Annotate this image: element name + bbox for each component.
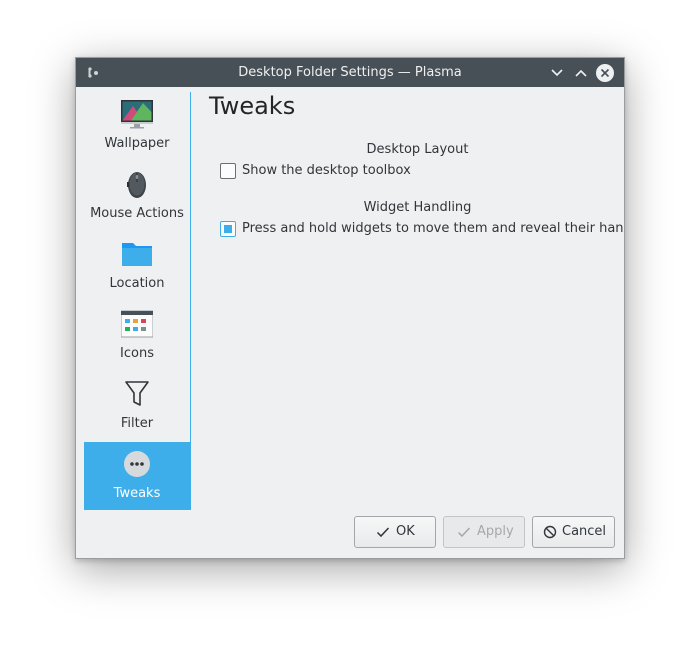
sidebar-item-label: Tweaks bbox=[113, 486, 161, 501]
check-icon bbox=[376, 527, 390, 538]
press-hold-checkbox[interactable] bbox=[220, 221, 236, 237]
maximize-icon[interactable] bbox=[571, 63, 591, 83]
section-title-desktop-layout: Desktop Layout bbox=[366, 142, 469, 157]
sidebar-item-filter[interactable]: Filter bbox=[84, 372, 190, 440]
apply-button[interactable]: Apply bbox=[443, 516, 525, 548]
close-icon[interactable] bbox=[595, 63, 615, 83]
cancel-label: Cancel bbox=[562, 524, 607, 539]
sidebar-item-tweaks[interactable]: Tweaks bbox=[84, 442, 190, 510]
sidebar-item-location[interactable]: Location bbox=[84, 232, 190, 300]
section-title-widget-handling: Widget Handling bbox=[363, 200, 472, 215]
apply-label: Apply bbox=[477, 524, 514, 539]
cancel-button[interactable]: Cancel bbox=[532, 516, 615, 548]
show-toolbox-label: Show the desktop toolbox bbox=[242, 163, 411, 178]
sidebar-item-label: Mouse Actions bbox=[90, 206, 184, 221]
sidebar-item-mouse-actions[interactable]: Mouse Actions bbox=[84, 162, 190, 230]
settings-window: Desktop Folder Settings — Plasma Wallpap… bbox=[75, 57, 625, 559]
category-sidebar: Wallpaper Mouse Actions Location Icons F… bbox=[84, 92, 191, 510]
sidebar-item-icons[interactable]: Icons bbox=[84, 302, 190, 370]
sidebar-item-label: Location bbox=[109, 276, 165, 291]
minimize-icon[interactable] bbox=[547, 63, 567, 83]
window-title: Desktop Folder Settings — Plasma bbox=[238, 65, 462, 80]
more-icon bbox=[124, 451, 150, 477]
filter-icon bbox=[125, 381, 149, 406]
sidebar-item-label: Icons bbox=[120, 346, 154, 361]
wallpaper-icon bbox=[121, 100, 153, 129]
ok-label: OK bbox=[396, 524, 415, 539]
cancel-icon bbox=[543, 525, 557, 539]
icons-icon bbox=[121, 310, 153, 338]
ok-button[interactable]: OK bbox=[354, 516, 436, 548]
sidebar-item-label: Wallpaper bbox=[104, 136, 170, 151]
sidebar-item-wallpaper[interactable]: Wallpaper bbox=[84, 92, 190, 160]
show-toolbox-checkbox[interactable] bbox=[220, 163, 236, 179]
page-title: Tweaks bbox=[209, 92, 296, 120]
press-hold-label: Press and hold widgets to move them and … bbox=[242, 221, 625, 236]
title-bar[interactable]: Desktop Folder Settings — Plasma bbox=[76, 58, 624, 87]
sidebar-item-label: Filter bbox=[120, 416, 154, 431]
mouse-icon bbox=[127, 172, 146, 198]
check-icon bbox=[457, 527, 471, 538]
folder-icon bbox=[122, 243, 152, 266]
